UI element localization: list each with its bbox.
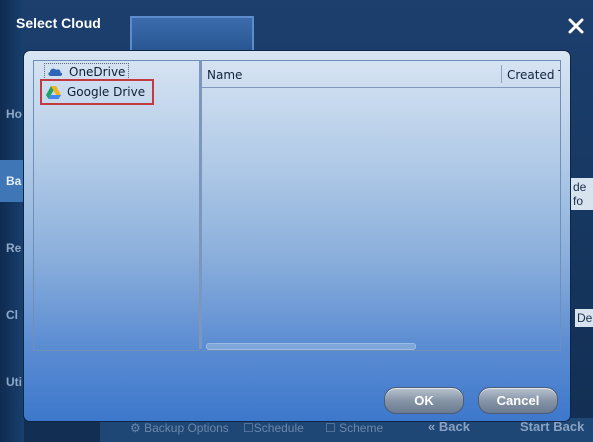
background-text: De bbox=[575, 309, 593, 327]
background-text: de fo bbox=[571, 178, 593, 210]
background-sidebar-item: Cl bbox=[6, 308, 18, 322]
column-separator[interactable] bbox=[501, 65, 502, 83]
dialog-title: Select Cloud bbox=[16, 15, 101, 31]
background-sidebar-item: Uti bbox=[6, 375, 22, 389]
background-schedule-label: Schedule bbox=[253, 421, 304, 435]
background-sidebar-item: Re bbox=[6, 241, 22, 255]
file-list[interactable]: Name Created T bbox=[202, 60, 561, 351]
background-start-button: Start Back bbox=[520, 419, 585, 434]
cancel-button[interactable]: Cancel bbox=[478, 387, 558, 414]
list-header: Name Created T bbox=[202, 61, 560, 88]
background-sidebar-item: Ba bbox=[6, 174, 22, 188]
cloud-tree: OneDrive Google Drive bbox=[33, 60, 200, 351]
background-back-label: Back bbox=[438, 419, 470, 434]
tree-item-label: Google Drive bbox=[67, 85, 146, 99]
tree-item-google-drive[interactable]: Google Drive bbox=[40, 79, 155, 105]
ok-button[interactable]: OK bbox=[384, 387, 464, 414]
horizontal-scrollbar-thumb[interactable] bbox=[206, 343, 416, 350]
onedrive-cloud-icon bbox=[48, 68, 63, 76]
column-header-created[interactable]: Created T bbox=[507, 68, 560, 82]
column-header-name[interactable]: Name bbox=[207, 68, 242, 82]
background-scheme-label: Scheme bbox=[339, 421, 384, 435]
tree-item-label: OneDrive bbox=[69, 64, 126, 79]
background-sidebar-item: Ho bbox=[6, 107, 22, 121]
background-backup-options-label: Backup Options bbox=[144, 421, 229, 435]
tree-item-onedrive[interactable]: OneDrive bbox=[44, 63, 130, 80]
background-back-button: « Back bbox=[428, 419, 470, 434]
background-backup-options: ⚙ Backup Options bbox=[130, 421, 229, 435]
background-schedule: ☐Schedule bbox=[243, 421, 304, 435]
close-icon[interactable] bbox=[566, 16, 586, 36]
google-drive-icon bbox=[46, 85, 61, 99]
background-scheme: ☐ Scheme bbox=[325, 421, 384, 435]
horizontal-scrollbar[interactable] bbox=[202, 342, 560, 350]
